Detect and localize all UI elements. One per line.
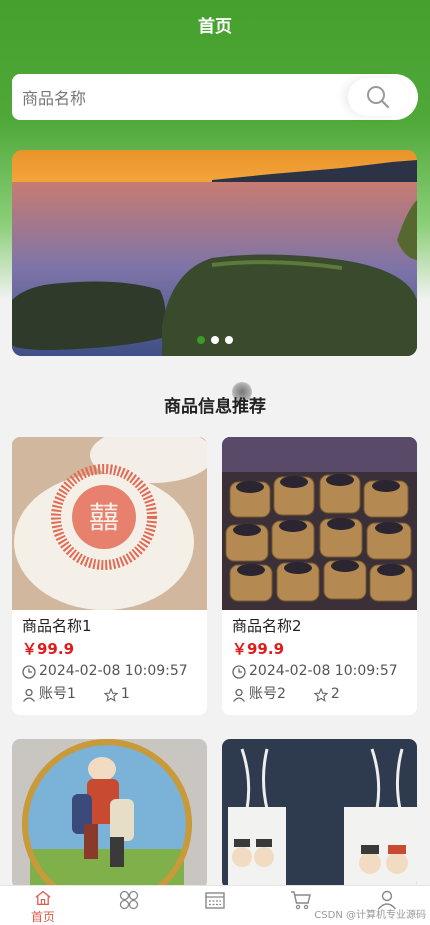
- product-stats-row: 账号1 1: [22, 683, 197, 706]
- product-stats-row: 账号2 2: [232, 683, 407, 706]
- tab-label: 首页: [30, 910, 55, 924]
- carousel-indicators: [12, 336, 417, 344]
- tab-category[interactable]: [86, 886, 172, 925]
- product-time: 2024-02-08 10:09:57: [249, 663, 398, 679]
- grid-icon: [119, 890, 139, 910]
- product-time-row: 2024-02-08 10:09:57: [232, 660, 407, 683]
- carousel-dot[interactable]: [210, 336, 219, 344]
- carousel-dot[interactable]: [224, 336, 233, 344]
- watermark: CSDN @计算机专业源码: [314, 910, 426, 921]
- section-title: 商品信息推荐: [164, 397, 266, 417]
- carousel-dot[interactable]: [196, 336, 205, 344]
- search-icon: [367, 86, 390, 109]
- product-card[interactable]: [12, 739, 207, 889]
- page-title: 首页: [198, 17, 232, 37]
- product-image: [12, 739, 207, 889]
- product-image: 囍: [12, 437, 207, 610]
- banner-carousel[interactable]: [12, 150, 417, 356]
- product-image: [222, 739, 417, 889]
- tab-list[interactable]: [172, 886, 258, 925]
- product-card[interactable]: 囍 商品名称1 ￥99.9 2024-02-08 10:09:57 账号1 1: [12, 437, 207, 715]
- product-stars: 1: [120, 686, 130, 702]
- clock-icon: [232, 664, 246, 679]
- svg-text:囍: 囍: [89, 501, 119, 536]
- product-price: ￥99.9: [22, 640, 75, 658]
- banner-image: [12, 150, 417, 356]
- product-price: ￥99.9: [232, 640, 285, 658]
- search-input[interactable]: 商品名称: [22, 85, 348, 109]
- list-icon: [205, 892, 225, 909]
- star-icon: [313, 687, 328, 702]
- tab-home[interactable]: 首页: [0, 886, 86, 925]
- cart-icon: [291, 891, 311, 910]
- product-time: 2024-02-08 10:09:57: [39, 663, 188, 679]
- clock-icon: [22, 664, 36, 679]
- product-account: 账号1: [39, 686, 76, 702]
- product-name: 商品名称1: [22, 617, 92, 635]
- product-card[interactable]: 商品名称2 ￥99.9 2024-02-08 10:09:57 账号2 2: [222, 437, 417, 715]
- search-bar[interactable]: 商品名称: [12, 74, 418, 120]
- product-name: 商品名称2: [232, 617, 302, 635]
- user-icon: [22, 688, 36, 702]
- home-icon: [35, 890, 51, 906]
- product-card[interactable]: [222, 739, 417, 889]
- star-icon: [103, 687, 118, 702]
- user-icon: [232, 688, 246, 702]
- product-account: 账号2: [249, 686, 286, 702]
- product-image: [222, 437, 417, 610]
- product-stars: 2: [330, 686, 340, 702]
- search-button[interactable]: [348, 78, 408, 116]
- product-time-row: 2024-02-08 10:09:57: [22, 660, 197, 683]
